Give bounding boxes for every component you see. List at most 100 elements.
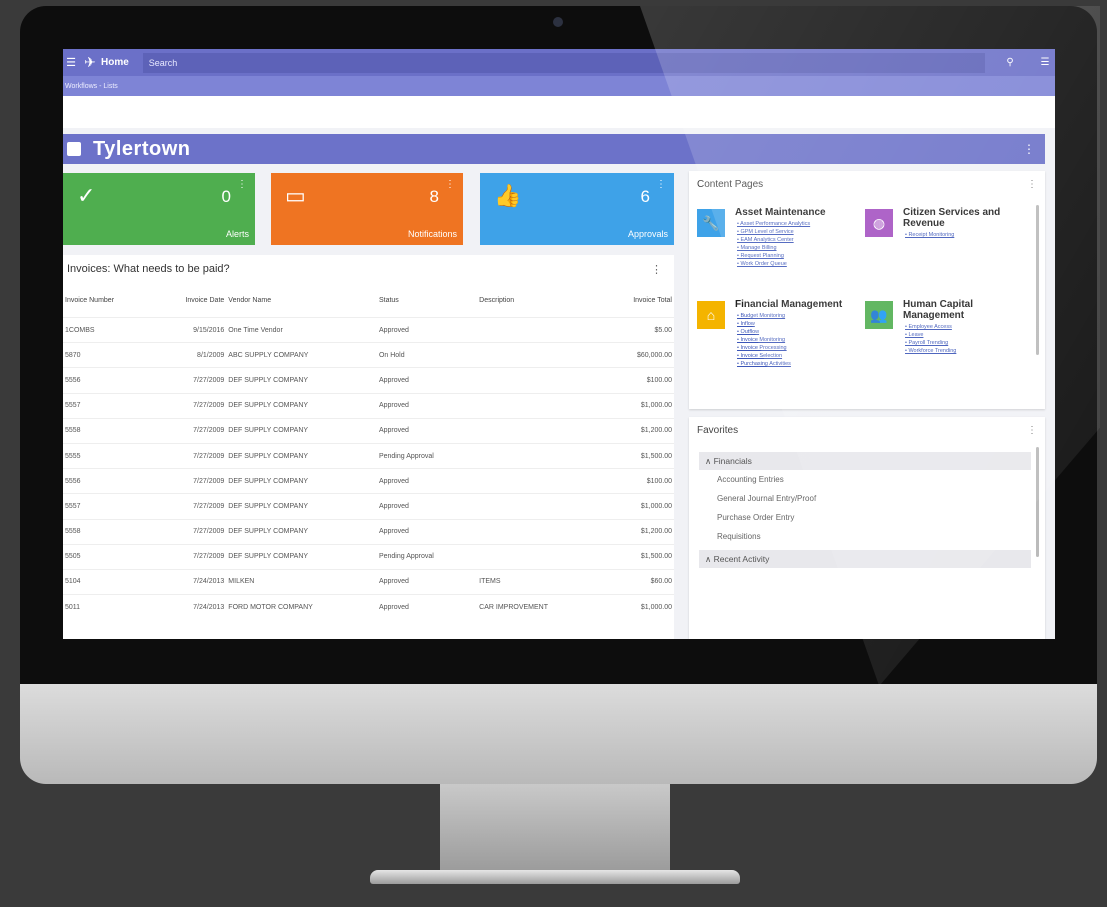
alerts-label: Alerts — [225, 229, 249, 239]
content-page-link[interactable]: • Work Order Queue — [737, 260, 857, 268]
recent-activity-group[interactable]: ∧ Recent Activity — [699, 550, 1031, 568]
content-page-link[interactable]: • Invoice Processing — [737, 344, 857, 352]
scrollbar[interactable] — [1036, 205, 1039, 355]
spacer — [63, 96, 1055, 128]
table-cell: 1COMBS — [63, 316, 154, 343]
table-row[interactable]: 5558 7/27/2009 DEF SUPPLY COMPANY Approved $… — [63, 417, 674, 444]
table-row[interactable]: 5011 7/24/2013 FORD MOTOR COMPANY Approved C… — [63, 594, 674, 620]
content-page-link[interactable]: • GPM Level of Service — [737, 228, 857, 236]
table-cell: Approved — [376, 594, 478, 620]
content-page-item[interactable]: 👥 Human Capital Management • Employee Acce… — [865, 299, 1025, 355]
content-page-link[interactable]: • Receipt Monitoring — [905, 231, 1025, 239]
content-page-item[interactable]: ◍ Citizen Services and Revenue • Receipt M… — [865, 207, 1025, 239]
search-icon[interactable]: ⚲ — [985, 57, 1035, 68]
favorite-link[interactable]: General Journal Entry/Proof — [717, 489, 1045, 508]
content-page-link[interactable]: • Budget Monitoring — [737, 312, 857, 320]
favorite-link[interactable]: Accounting Entries — [717, 470, 1045, 489]
content-page-link[interactable]: • Outflow — [737, 328, 857, 336]
content-page-link[interactable]: • EAM Analytics Center — [737, 236, 857, 244]
table-cell: Approved — [376, 316, 478, 343]
content-page-link[interactable]: • Payroll Trending — [905, 339, 1025, 347]
column-header[interactable]: Invoice Number — [63, 283, 153, 318]
content-page-link[interactable]: • Leave — [905, 331, 1025, 339]
table-row[interactable]: 5555 7/27/2009 DEF SUPPLY COMPANY Pending A… — [63, 442, 674, 469]
notifications-tile[interactable]: ▭ 8 ⋮ Notifications — [271, 173, 463, 245]
content-page-name[interactable]: Financial Management — [735, 299, 857, 310]
table-row[interactable]: 5558 7/27/2009 DEF SUPPLY COMPANY Approved $… — [63, 518, 674, 545]
column-header[interactable]: Invoice Total — [601, 283, 674, 318]
favorites-card: Favorites ⋮ ∧ Financials Accounting Entr… — [689, 417, 1045, 639]
kebab-menu-icon[interactable]: ⋮ — [1027, 179, 1037, 190]
table-cell: DEF SUPPLY COMPANY — [226, 543, 377, 570]
table-cell: 7/27/2009 — [153, 543, 227, 570]
kebab-menu-icon[interactable]: ⋮ — [1027, 425, 1037, 436]
kebab-menu-icon[interactable]: ⋮ — [651, 263, 662, 276]
column-header[interactable]: Status — [377, 283, 477, 318]
table-cell: CAR IMPROVEMENT — [477, 594, 602, 620]
table-cell: 7/27/2009 — [153, 493, 227, 519]
table-cell: 5870 — [63, 342, 154, 368]
table-row[interactable]: 5870 8/1/2009 ABC SUPPLY COMPANY On Hold $60… — [63, 342, 674, 368]
content-page-link[interactable]: • Invoice Selection — [737, 352, 857, 360]
favorite-link[interactable]: Purchase Order Entry — [717, 508, 1045, 527]
menu-icon[interactable]: ☰ — [63, 56, 79, 69]
content-page-link[interactable]: • Invoice Monitoring — [737, 336, 857, 344]
table-row[interactable]: 5505 7/27/2009 DEF SUPPLY COMPANY Pending A… — [63, 543, 674, 570]
table-cell: 5104 — [63, 568, 154, 595]
breadcrumb[interactable]: Workflows - Lists — [63, 76, 1055, 96]
content-page-link[interactable]: • Employee Access — [905, 323, 1025, 331]
column-header[interactable]: Vendor Name — [226, 283, 377, 318]
table-cell: 5558 — [63, 417, 154, 444]
content-page-link[interactable]: • Manage Billing — [737, 244, 857, 252]
page-title-bar: Tylertown ⋮ — [63, 134, 1045, 164]
search-input[interactable] — [142, 52, 985, 73]
table-cell: $60.00 — [601, 568, 674, 595]
table-cell: 5558 — [63, 518, 154, 545]
table-cell: FORD MOTOR COMPANY — [226, 594, 377, 620]
content-page-item[interactable]: ⌂ Financial Management • Budget Monitoring… — [697, 299, 857, 368]
table-row[interactable]: 5557 7/27/2009 DEF SUPPLY COMPANY Approved $… — [63, 493, 674, 519]
table-cell: 9/15/2016 — [153, 316, 227, 343]
content-page-link[interactable]: • Purchasing Activities — [737, 360, 857, 368]
settings-menu-icon[interactable]: ☰ — [1035, 57, 1055, 68]
table-row[interactable]: 5104 7/24/2013 MILKEN Approved ITEMS $60.00 — [63, 568, 674, 595]
message-icon: ▭ — [285, 183, 306, 208]
table-cell: 7/27/2009 — [153, 367, 227, 394]
content-pages-card: Content Pages ⋮ 🔧 Asset Maintenance • Asse… — [689, 171, 1045, 409]
scrollbar[interactable] — [1036, 447, 1039, 557]
content-page-link[interactable]: • Workforce Trending — [905, 347, 1025, 355]
column-header[interactable]: Invoice Date — [153, 283, 226, 318]
content-page-link[interactable]: • Asset Performance Analytics — [737, 220, 857, 228]
table-cell: Pending Approval — [376, 442, 478, 469]
table-cell: 7/27/2009 — [153, 518, 227, 545]
content-page-name[interactable]: Citizen Services and Revenue — [903, 207, 1025, 229]
table-cell: Approved — [376, 367, 478, 394]
table-cell: $100.00 — [601, 468, 674, 494]
table-row[interactable]: 5556 7/27/2009 DEF SUPPLY COMPANY Approved $… — [63, 468, 674, 494]
kebab-menu-icon[interactable]: ⋮ — [1023, 142, 1035, 156]
content-page-name[interactable]: Human Capital Management — [903, 299, 1025, 321]
content-page-name[interactable]: Asset Maintenance — [735, 207, 857, 218]
globe-icon: ◍ — [865, 209, 893, 237]
kebab-menu-icon[interactable]: ⋮ — [445, 179, 455, 190]
content-page-link[interactable]: • Inflow — [737, 320, 857, 328]
table-cell — [477, 543, 602, 570]
table-cell — [477, 342, 602, 368]
table-cell: Approved — [376, 468, 478, 494]
kebab-menu-icon[interactable]: ⋮ — [237, 179, 247, 190]
top-bar: ☰ ✈ Home ⚲ ☰ — [63, 49, 1055, 76]
table-row[interactable]: 5557 7/27/2009 DEF SUPPLY COMPANY Approved $… — [63, 392, 674, 419]
table-row[interactable]: 5556 7/27/2009 DEF SUPPLY COMPANY Approved $… — [63, 367, 674, 394]
home-link[interactable]: Home — [101, 57, 129, 68]
content-page-item[interactable]: 🔧 Asset Maintenance • Asset Performance An… — [697, 207, 857, 268]
table-row[interactable]: 1COMBS 9/15/2016 One Time Vendor Approved $5… — [63, 316, 674, 343]
kebab-menu-icon[interactable]: ⋮ — [656, 179, 666, 190]
alerts-tile[interactable]: ✓ 0 ⋮ Alerts — [63, 173, 255, 245]
financials-group[interactable]: ∧ Financials — [699, 452, 1031, 470]
content-page-links: • Employee Access • Leave • Payroll Trendi… — [905, 323, 1025, 355]
favorite-link[interactable]: Requisitions — [717, 527, 1045, 546]
app-logo-icon[interactable]: ✈ — [79, 54, 101, 71]
content-page-link[interactable]: • Request Planning — [737, 252, 857, 260]
approvals-tile[interactable]: 👍 6 ⋮ Approvals — [480, 173, 674, 245]
column-header[interactable]: Description — [477, 283, 601, 318]
